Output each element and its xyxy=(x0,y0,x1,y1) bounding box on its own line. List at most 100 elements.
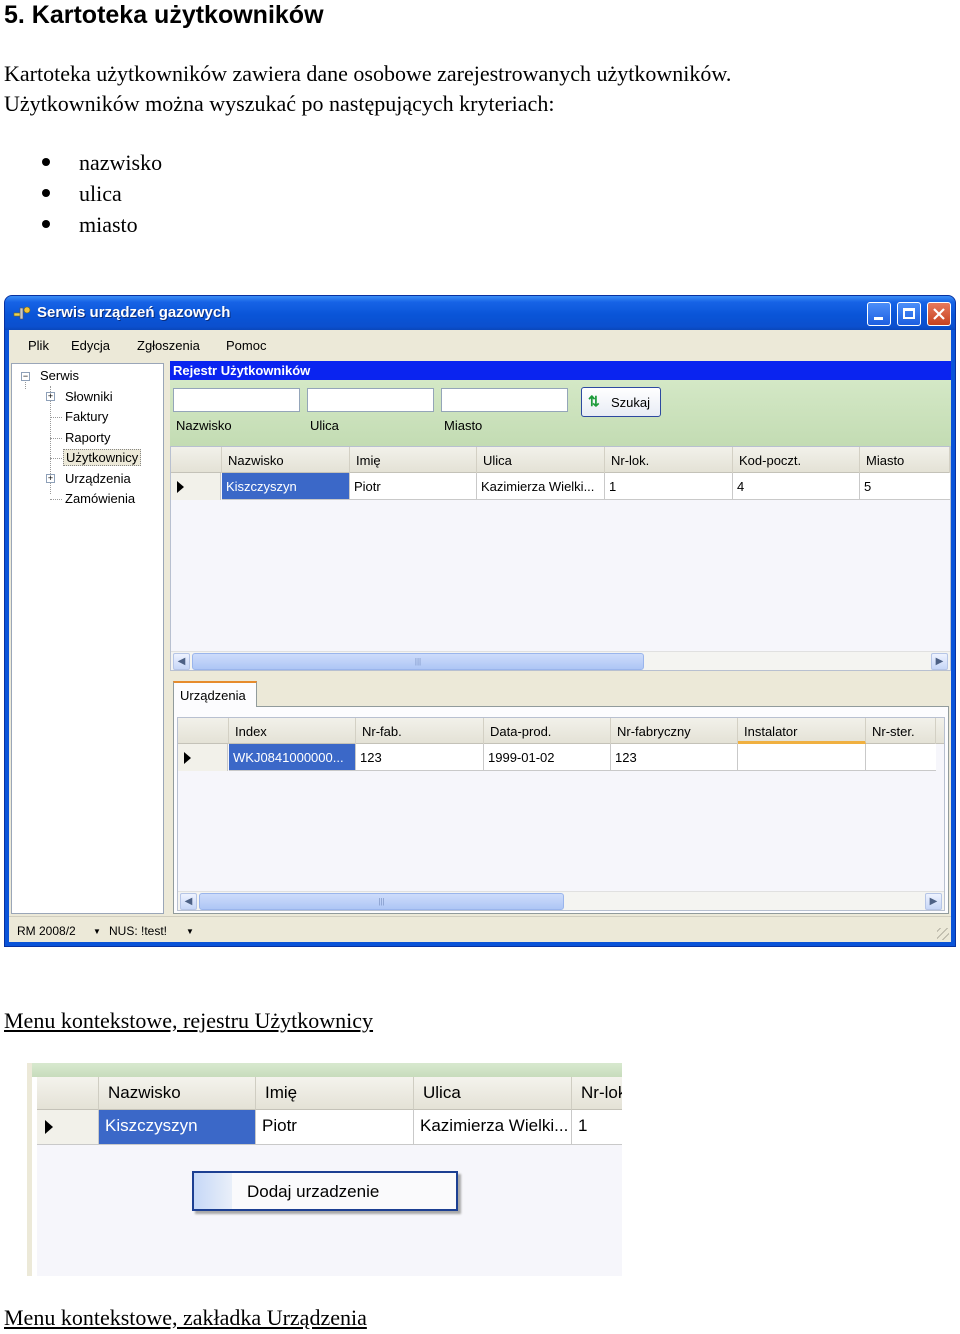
criteria-item: ulica xyxy=(4,178,162,209)
tab-page-devices: Index Nr-fab. Data-prod. Nr-fabryczny In… xyxy=(173,706,949,914)
scroll-left-icon[interactable]: ◀ xyxy=(173,653,190,670)
bullet-icon xyxy=(42,220,50,228)
tree-root-serwis[interactable]: Serwis xyxy=(40,368,79,383)
maximize-button[interactable] xyxy=(897,302,921,326)
table-cell[interactable]: 1999-01-02 xyxy=(484,744,611,771)
window-title: Serwis urządzeń gazowych xyxy=(37,304,231,321)
table-cell[interactable]: 1 xyxy=(605,473,733,500)
scroll-left-icon[interactable]: ◀ xyxy=(180,893,197,910)
table-cell[interactable] xyxy=(866,744,936,771)
context-menu-screenshot: Nazwisko Imię Ulica Nr-lok Kiszczyszyn P… xyxy=(5,1063,622,1276)
column-header[interactable]: Kod-poczt. xyxy=(733,447,860,473)
column-header[interactable]: Imię xyxy=(256,1077,414,1110)
resize-grip-icon[interactable] xyxy=(937,928,949,940)
expand-icon[interactable]: + xyxy=(46,474,55,483)
menu-help[interactable]: Pomoc xyxy=(226,338,266,353)
table-cell[interactable]: Kazimierza Wielki... xyxy=(414,1110,572,1145)
column-header[interactable]: Instalator xyxy=(738,718,866,744)
navigation-tree[interactable]: − Serwis + Słowniki Faktury Raporty Użyt… xyxy=(11,363,164,914)
criteria-list: nazwisko ulica miasto xyxy=(4,147,162,240)
users-grid-scrollbar[interactable]: ◀ ||| ▶ xyxy=(171,651,950,670)
row-header[interactable] xyxy=(178,744,228,771)
status-user[interactable]: NUS: !test! xyxy=(109,924,167,938)
surname-filter-input[interactable] xyxy=(173,388,300,412)
column-header[interactable]: Nr-fabryczny xyxy=(611,718,738,744)
table-cell[interactable]: 123 xyxy=(356,744,484,771)
refresh-icon: ⇅ xyxy=(588,393,600,409)
table-cell[interactable]: Piotr xyxy=(350,473,477,500)
status-bar: RM 2008/2 ▼ NUS: !test! ▼ xyxy=(9,916,951,942)
search-button[interactable]: ⇅ Szukaj xyxy=(581,387,661,417)
tree-item-uzytkownicy[interactable]: Użytkownicy xyxy=(63,449,142,466)
caption-users-context-menu: Menu kontekstowe, rejestru Użytkownicy xyxy=(4,1008,374,1033)
menu-edit[interactable]: Edycja xyxy=(71,338,110,353)
client-area: − Serwis + Słowniki Faktury Raporty Użyt… xyxy=(9,361,951,916)
street-filter-label: Ulica xyxy=(310,418,339,433)
column-header[interactable]: Data-prod. xyxy=(484,718,611,744)
table-cell[interactable]: 1 xyxy=(572,1110,622,1145)
city-filter-input[interactable] xyxy=(441,388,568,412)
devices-grid-scrollbar[interactable]: ◀ ||| ▶ xyxy=(178,891,944,910)
add-device-menu-item[interactable]: Dodaj urzadzenie xyxy=(247,1182,379,1202)
app-window: Serwis urządzeń gazowych Plik Edycja Zgł… xyxy=(4,295,956,947)
expand-icon[interactable]: + xyxy=(46,392,55,401)
dropdown-icon[interactable]: ▼ xyxy=(186,927,194,936)
criteria-text: nazwisko xyxy=(79,150,163,175)
menu-icon-column xyxy=(194,1173,232,1209)
tree-item-zamowienia[interactable]: Zamówienia xyxy=(65,491,135,506)
status-version[interactable]: RM 2008/2 xyxy=(17,924,76,938)
tree-item-faktury[interactable]: Faktury xyxy=(65,409,108,424)
street-filter-input[interactable] xyxy=(307,388,434,412)
criteria-text: miasto xyxy=(79,212,138,237)
devices-grid[interactable]: Index Nr-fab. Data-prod. Nr-fabryczny In… xyxy=(177,717,945,911)
scroll-right-icon[interactable]: ▶ xyxy=(931,653,948,670)
menu-requests[interactable]: Zgłoszenia xyxy=(137,338,200,353)
current-row-icon xyxy=(177,481,184,493)
row-header[interactable] xyxy=(171,473,221,500)
tree-item-slowniki[interactable]: Słowniki xyxy=(65,389,113,404)
collapse-icon[interactable]: − xyxy=(21,372,30,381)
dropdown-icon[interactable]: ▼ xyxy=(93,927,101,936)
criteria-item: nazwisko xyxy=(4,147,162,178)
title-bar[interactable]: Serwis urządzeń gazowych xyxy=(5,296,955,330)
tab-urzadzenia[interactable]: Urządzenia xyxy=(173,681,257,707)
column-header[interactable]: Miasto xyxy=(860,447,950,473)
column-header[interactable]: Nr-ster. xyxy=(866,718,936,744)
scroll-right-icon[interactable]: ▶ xyxy=(925,893,942,910)
table-cell[interactable] xyxy=(738,744,866,771)
details-tabs: Index Nr-fab. Data-prod. Nr-fabryczny In… xyxy=(170,681,951,914)
column-header[interactable]: Nr-lok. xyxy=(605,447,733,473)
column-header[interactable]: Nazwisko xyxy=(222,447,350,473)
table-cell[interactable]: Piotr xyxy=(256,1110,414,1145)
corner-cell xyxy=(178,718,229,744)
menu-file[interactable]: Plik xyxy=(28,338,49,353)
column-header[interactable]: Imię xyxy=(350,447,477,473)
column-header[interactable]: Ulica xyxy=(477,447,605,473)
app-icon xyxy=(13,306,31,320)
criteria-text: ulica xyxy=(79,181,122,206)
table-cell[interactable]: 5 xyxy=(860,473,950,500)
scroll-thumb[interactable]: ||| xyxy=(192,653,644,670)
column-header[interactable]: Nr-fab. xyxy=(356,718,484,744)
users-grid[interactable]: Nazwisko Imię Ulica Nr-lok. Kod-poczt. M… xyxy=(170,446,951,671)
table-cell[interactable]: Kiszczyszyn xyxy=(222,473,350,500)
column-header[interactable]: Nazwisko xyxy=(99,1077,256,1110)
table-cell[interactable]: WKJ0841000000... xyxy=(229,744,356,771)
context-menu: Dodaj urzadzenie xyxy=(192,1171,458,1211)
minimize-button[interactable] xyxy=(867,302,891,326)
table-cell[interactable]: 4 xyxy=(733,473,860,500)
close-button[interactable] xyxy=(927,302,951,326)
criteria-item: miasto xyxy=(4,209,162,240)
table-cell[interactable]: 123 xyxy=(611,744,738,771)
column-header[interactable]: Ulica xyxy=(414,1077,572,1110)
column-header[interactable]: Index xyxy=(229,718,356,744)
corner-cell xyxy=(171,447,222,473)
column-header[interactable]: Nr-lok xyxy=(572,1077,622,1110)
table-cell[interactable]: Kiszczyszyn xyxy=(99,1110,256,1145)
tree-item-raporty[interactable]: Raporty xyxy=(65,430,111,445)
scroll-thumb[interactable]: ||| xyxy=(199,893,564,910)
row-header[interactable] xyxy=(37,1110,99,1145)
maximize-icon xyxy=(903,308,915,319)
tree-item-urzadzenia[interactable]: Urządzenia xyxy=(65,471,131,486)
table-cell[interactable]: Kazimierza Wielki... xyxy=(477,473,605,500)
